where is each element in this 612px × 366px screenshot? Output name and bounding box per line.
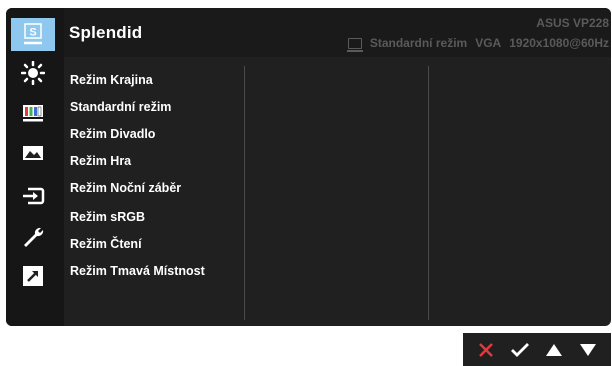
mode-item-game[interactable]: Režim Hra xyxy=(70,154,131,168)
shortcut-arrow-icon xyxy=(23,266,43,286)
svg-text:S: S xyxy=(29,27,36,39)
osd-navbar xyxy=(463,333,611,366)
splendid-icon: S xyxy=(24,23,42,45)
confirm-button[interactable] xyxy=(506,337,534,363)
sidebar-item-shortcut[interactable] xyxy=(21,264,45,288)
status-line: Standardní režim VGA 1920x1080@60Hz xyxy=(346,36,609,52)
image-icon xyxy=(23,146,43,160)
mode-item-theater[interactable]: Režim Divadlo xyxy=(70,127,155,141)
sidebar-item-color[interactable] xyxy=(21,100,45,124)
sidebar-item-brightness[interactable] xyxy=(21,61,45,85)
up-arrow-icon xyxy=(546,343,562,356)
close-button[interactable] xyxy=(472,337,500,363)
mode-item-standard[interactable]: Standardní režim xyxy=(70,100,171,114)
down-button[interactable] xyxy=(574,337,602,363)
sidebar-item-image[interactable] xyxy=(21,141,45,165)
column-divider xyxy=(244,66,245,320)
mode-item-reading[interactable]: Režim Čtení xyxy=(70,237,142,251)
mode-item-landscape[interactable]: Režim Krajina xyxy=(70,73,153,87)
color-bars-icon xyxy=(23,105,43,122)
status-resolution: 1920x1080@60Hz xyxy=(509,36,609,50)
sidebar-item-system[interactable] xyxy=(21,225,45,249)
down-arrow-icon xyxy=(580,343,596,356)
status-mode: Standardní režim xyxy=(369,36,468,50)
brightness-icon xyxy=(21,61,45,85)
sidebar-item-splendid[interactable]: S xyxy=(11,18,55,51)
up-button[interactable] xyxy=(540,337,568,363)
wrench-icon xyxy=(24,227,44,247)
model-label: ASUS VP228 xyxy=(536,16,609,30)
monitor-icon xyxy=(346,37,363,52)
status-input: VGA xyxy=(475,36,502,50)
check-icon xyxy=(511,342,529,357)
close-icon xyxy=(479,342,493,357)
mode-item-srgb[interactable]: Režim sRGB xyxy=(70,210,145,224)
input-select-icon xyxy=(23,187,45,205)
column-divider xyxy=(428,66,429,320)
page-title: Splendid xyxy=(69,23,143,42)
sidebar-item-input[interactable] xyxy=(21,184,45,208)
mode-item-night-view[interactable]: Režim Noční záběr xyxy=(70,181,181,195)
mode-item-dark-room[interactable]: Režim Tmavá Místnost xyxy=(70,264,205,278)
